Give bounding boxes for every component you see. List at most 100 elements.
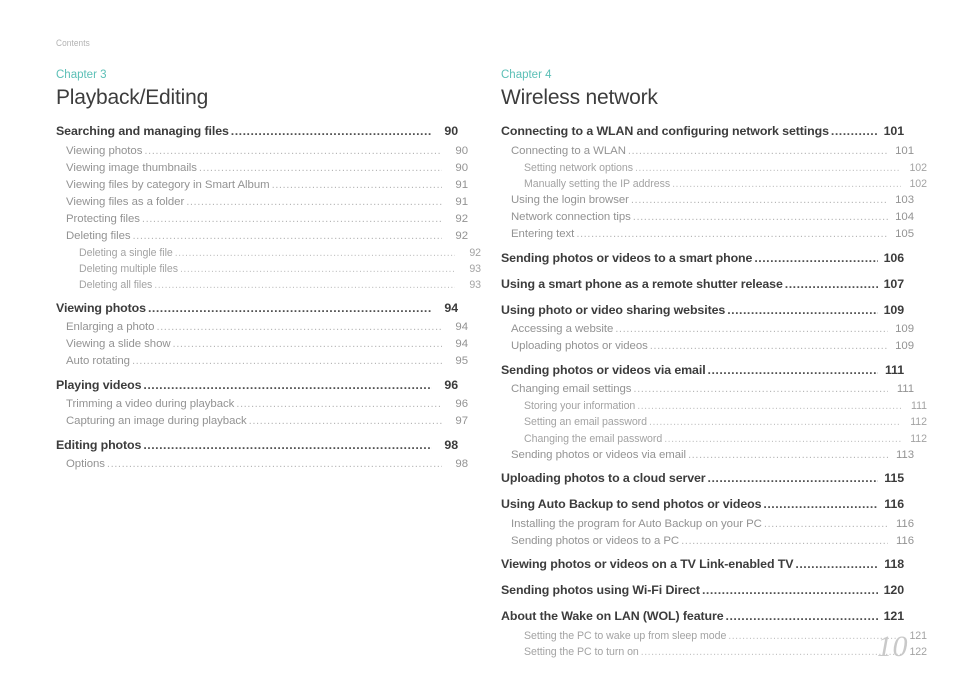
toc-entry-label: Protecting files [66, 212, 140, 225]
toc-entry-label: Playing videos [56, 377, 142, 392]
toc-entry-level-2[interactable]: Trimming a video during playback 96 [56, 396, 468, 413]
toc-entry-label: Using photo or video sharing websites [501, 302, 726, 317]
toc-entry-level-2[interactable]: Using the login browser 103 [501, 192, 914, 209]
toc-entry-level-3[interactable]: Deleting multiple files 93 [56, 261, 481, 277]
toc-entry-level-2[interactable]: Sending photos or videos via email 113 [501, 447, 914, 464]
toc-entry-page-number: 92 [469, 246, 481, 259]
toc-entry-level-3[interactable]: Setting the PC to turn on122 [501, 644, 927, 660]
toc-entry-level-2[interactable]: Options 98 [56, 456, 468, 473]
toc-dot-leader [186, 194, 442, 211]
toc-entry-level-2[interactable]: Sending photos or videos to a PC 116 [501, 533, 914, 550]
toc-entry-label: Viewing files by category in Smart Album [66, 178, 270, 191]
toc-entry-level-2[interactable]: Enlarging a photo 94 [56, 319, 468, 336]
toc-entry-level-1[interactable]: Playing videos 96 [56, 374, 458, 397]
toc-entry-label: Setting network options [524, 161, 633, 174]
toc-entry-level-2[interactable]: Accessing a website 109 [501, 321, 914, 338]
toc-list-right: Connecting to a WLAN and configuring net… [501, 120, 927, 661]
toc-list-left: Searching and managing files90Viewing ph… [56, 120, 481, 473]
toc-entry-level-2[interactable]: Auto rotating 95 [56, 353, 468, 370]
toc-dot-leader [702, 579, 878, 602]
toc-entry-level-2[interactable]: Capturing an image during playback 97 [56, 413, 468, 430]
toc-dot-leader [615, 321, 888, 338]
toc-entry-level-2[interactable]: Viewing image thumbnails 90 [56, 160, 468, 177]
chapter-label-right: Chapter 4 [501, 69, 552, 81]
toc-entry-page-number: 120 [883, 583, 904, 598]
toc-entry-page-number: 111 [896, 383, 914, 396]
toc-entry-label: Entering text [511, 228, 575, 241]
toc-entry-level-3[interactable]: Setting the PC to wake up from sleep mod… [501, 628, 927, 644]
toc-entry-level-2[interactable]: Connecting to a WLAN 101 [501, 143, 914, 160]
toc-entry-label: Deleting multiple files [79, 262, 178, 275]
toc-entry-level-1[interactable]: Uploading photos to a cloud server 115 [501, 467, 904, 490]
toc-dot-leader [154, 277, 455, 293]
toc-entry-level-1[interactable]: Searching and managing files 90 [56, 120, 458, 143]
toc-dot-leader [272, 177, 442, 194]
toc-entry-page-number: 101 [883, 124, 904, 138]
toc-entry-page-number: 116 [895, 517, 914, 530]
toc-dot-leader [236, 396, 442, 413]
toc-entry-level-1[interactable]: Sending photos or videos via email 111 [501, 359, 904, 382]
toc-entry-level-3[interactable]: Deleting all files 93 [56, 277, 481, 293]
toc-dot-leader [143, 374, 432, 397]
toc-entry-level-2[interactable]: Viewing photos 90 [56, 143, 468, 160]
toc-entry-label: Setting the PC to turn on [524, 646, 639, 659]
toc-entry-page-number: 115 [884, 471, 904, 486]
toc-dot-leader [199, 160, 442, 177]
toc-dot-leader [133, 228, 442, 245]
toc-entry-label: Viewing photos or videos on a TV Link-en… [501, 557, 794, 572]
toc-entry-label: Changing the email password [524, 432, 663, 445]
toc-entry-page-number: 104 [895, 211, 914, 224]
toc-dot-leader [107, 456, 442, 473]
toc-dot-leader [628, 143, 888, 160]
toc-entry-level-1[interactable]: Sending photos using Wi-Fi Direct 120 [501, 579, 904, 602]
toc-entry-label: Setting an email password [524, 416, 647, 429]
toc-entry-level-2[interactable]: Network connection tips 104 [501, 209, 914, 226]
toc-entry-level-2[interactable]: Viewing files as a folder 91 [56, 194, 468, 211]
toc-entry-level-2[interactable]: Entering text 105 [501, 226, 914, 243]
toc-entry-level-3[interactable]: Manually setting the IP address 102 [501, 176, 927, 192]
toc-entry-level-1[interactable]: Viewing photos 94 [56, 297, 458, 320]
toc-entry-level-1[interactable]: Editing photos 98 [56, 434, 458, 457]
toc-entry-level-2[interactable]: Installing the program for Auto Backup o… [501, 516, 914, 533]
toc-entry-level-1[interactable]: About the Wake on LAN (WOL) feature 121 [501, 605, 904, 628]
chapter-title-right: Wireless network [501, 86, 658, 109]
toc-entry-label: Installing the program for Auto Backup o… [511, 517, 762, 530]
toc-dot-leader [142, 211, 442, 228]
running-header-contents: Contents [56, 38, 90, 48]
toc-entry-label: Connecting to a WLAN and configuring net… [501, 124, 829, 138]
toc-entry-label: Capturing an image during playback [66, 415, 247, 428]
toc-entry-level-2[interactable]: Viewing files by category in Smart Album… [56, 177, 468, 194]
toc-dot-leader [727, 299, 878, 322]
toc-entry-label: Network connection tips [511, 211, 631, 224]
toc-entry-label: Sending photos using Wi-Fi Direct [501, 583, 700, 598]
toc-entry-level-1[interactable]: Sending photos or videos to a smart phon… [501, 247, 904, 270]
toc-entry-page-number: 101 [895, 144, 914, 157]
toc-dot-leader [156, 319, 442, 336]
toc-entry-label: Sending photos or videos via email [501, 362, 706, 377]
toc-entry-level-2[interactable]: Viewing a slide show 94 [56, 336, 468, 353]
toc-entry-page-number: 96 [455, 398, 468, 411]
toc-entry-level-2[interactable]: Protecting files 92 [56, 211, 468, 228]
toc-entry-level-3[interactable]: Setting an email password 112 [501, 414, 927, 430]
toc-entry-level-2[interactable]: Changing email settings 111 [501, 381, 914, 398]
toc-entry-level-3[interactable]: Setting network options 102 [501, 160, 927, 176]
toc-entry-page-number: 107 [883, 276, 904, 291]
toc-dot-leader [231, 120, 432, 143]
toc-entry-level-1[interactable]: Viewing photos or videos on a TV Link-en… [501, 553, 904, 576]
toc-entry-level-2[interactable]: Deleting files 92 [56, 228, 468, 245]
toc-entry-level-2[interactable]: Uploading photos or videos 109 [501, 338, 914, 355]
toc-entry-level-3[interactable]: Deleting a single file 92 [56, 245, 481, 261]
toc-entry-page-number: 97 [455, 415, 468, 428]
toc-dot-leader [175, 245, 455, 261]
toc-entry-page-number: 111 [884, 362, 904, 377]
chapter-title-left: Playback/Editing [56, 86, 209, 109]
toc-entry-level-3[interactable]: Storing your information 111 [501, 398, 927, 414]
toc-entry-page-number: 111 [911, 400, 927, 413]
toc-entry-level-1[interactable]: Connecting to a WLAN and configuring net… [501, 120, 904, 143]
toc-entry-level-1[interactable]: Using a smart phone as a remote shutter … [501, 273, 904, 296]
toc-entry-level-3[interactable]: Changing the email password 112 [501, 431, 927, 447]
toc-entry-page-number: 94 [455, 338, 468, 351]
toc-entry-level-1[interactable]: Using photo or video sharing websites 109 [501, 299, 904, 322]
toc-entry-level-1[interactable]: Using Auto Backup to send photos or vide… [501, 493, 904, 516]
toc-dot-leader [180, 261, 455, 277]
